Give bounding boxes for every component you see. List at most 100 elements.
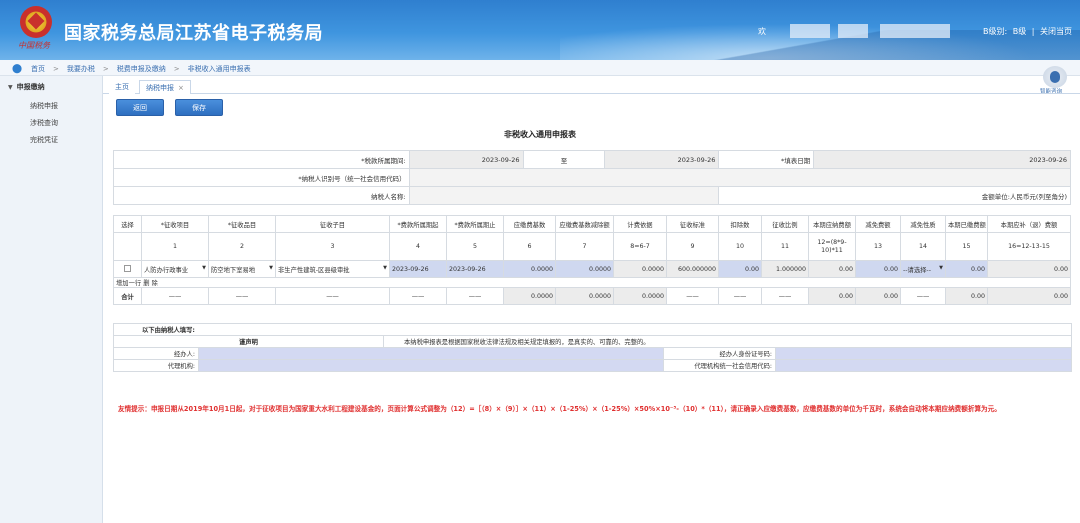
taxpayer-name-label: 纳税人名称: (113, 186, 410, 205)
statement-label: 谨声明 (113, 335, 384, 348)
column-number: 13 (855, 232, 901, 261)
breadcrumb-separator: > (102, 65, 109, 73)
total-deduct-base: 0.0000 (555, 287, 614, 305)
start-date-field[interactable]: 2023-09-26 (389, 260, 447, 278)
column-header: 计费依据 (613, 215, 667, 233)
tab-home[interactable]: 主页 (109, 80, 135, 94)
tab-tax-filing[interactable]: 纳税申报 × (139, 80, 191, 94)
handler-id-field[interactable] (774, 347, 1073, 360)
emblem-script: 中国税务 (18, 41, 50, 50)
taxpayer-id-label: *纳税人识别号（统一社会信用代码） (113, 168, 410, 187)
reduction-nature-select[interactable]: --请选择-- ▼ (900, 260, 946, 278)
friendly-tip: 友情提示：申报日期从2019年10月1日起，对于征收项目为国家重大水利工程建设基… (118, 405, 1001, 413)
tab-bar: 主页 纳税申报 × (103, 80, 1080, 94)
user-links: B级别: B级 | 关闭当页 (980, 26, 1072, 37)
chevron-down-icon: ▼ (939, 264, 943, 271)
save-button[interactable]: 保存 (175, 99, 223, 116)
total-label: 合计 (113, 287, 142, 305)
sidebar: ▼ 申报缴纳 纳税申报 涉税查询 完税凭证 (0, 76, 103, 523)
breadcrumb-home[interactable]: 首页 (31, 64, 45, 74)
base-field[interactable]: 0.0000 (503, 260, 556, 278)
taxpayer-id-field[interactable] (408, 168, 1072, 187)
total-dash: —— (761, 287, 809, 305)
column-header: *征收品目 (208, 215, 276, 233)
sidebar-heading[interactable]: ▼ 申报缴纳 (8, 82, 45, 92)
handler-field[interactable] (198, 347, 664, 360)
top-banner: 中国税务 国家税务总局江苏省电子税务局 欢 B级别: B级 | 关闭当页 (0, 0, 1080, 60)
column-header: 减免性质 (900, 215, 946, 233)
tax-emblem-icon (20, 6, 52, 38)
column-header: 扣除数 (718, 215, 762, 233)
breadcrumb-filing[interactable]: 税费申报及缴纳 (117, 64, 166, 74)
column-number: 16=12-13-15 (987, 232, 1071, 261)
period-start-field[interactable]: 2023-09-26 (408, 150, 524, 169)
category-select-value: 防空地下室易地 (211, 266, 256, 274)
breadcrumb: ⬤ 首页 > 我要办税 > 税费申报及缴纳 > 非税收入通用申报表 (12, 64, 251, 74)
report-title: 非税收入通用申报表 (504, 130, 576, 139)
column-number: 1 (141, 232, 209, 261)
agency-field[interactable] (198, 359, 664, 372)
agency-code-field[interactable] (774, 359, 1073, 372)
user-level-value: B级 (1012, 27, 1027, 36)
fill-date-field[interactable]: 2023-09-26 (813, 150, 1071, 169)
caret-down-icon: ▼ (8, 84, 13, 91)
agency-code-label: 代理机构统一社会信用代码: (663, 359, 776, 372)
deduct-base-field[interactable]: 0.0000 (555, 260, 614, 278)
table-header-row: 选择 *征收项目 *征收品目 征收子目 *费款所属期起 *费款所属期止 应缴费基… (113, 215, 1071, 233)
handler-label: 经办人: (113, 347, 199, 360)
column-header: 本期应纳费额 (808, 215, 856, 233)
chevron-down-icon: ▼ (269, 264, 273, 271)
row-select-cell (113, 260, 142, 278)
total-paid: 0.00 (945, 287, 988, 305)
column-number: 14 (900, 232, 946, 261)
total-dash: —— (389, 287, 447, 305)
end-date-field[interactable]: 2023-09-26 (446, 260, 504, 278)
agency-label: 代理机构: (113, 359, 199, 372)
fill-date-label: *填表日期 (718, 150, 815, 169)
column-number: 4 (389, 232, 447, 261)
column-header: 征收子目 (275, 215, 390, 233)
total-basis: 0.0000 (613, 287, 667, 305)
reduction-field[interactable]: 0.00 (855, 260, 901, 278)
sidebar-item-query[interactable]: 涉税查询 (30, 118, 58, 128)
balance-value: 0.00 (987, 260, 1071, 278)
column-header: *费款所属期止 (446, 215, 504, 233)
add-delete-row-controls[interactable]: 增加一行 删 除 (113, 277, 1071, 288)
sidebar-item-tax-filing[interactable]: 纳税申报 (30, 101, 58, 111)
column-number: 11 (761, 232, 809, 261)
column-header: *费款所属期起 (389, 215, 447, 233)
row-checkbox[interactable] (124, 264, 131, 272)
column-number (113, 232, 142, 261)
total-dash: —— (141, 287, 209, 305)
column-header: 应缴费基数 (503, 215, 556, 233)
period-end-field[interactable]: 2023-09-26 (604, 150, 720, 169)
total-dash: —— (208, 287, 276, 305)
total-payable: 0.00 (808, 287, 856, 305)
period-label: *税款所属期间: (113, 150, 410, 169)
column-header: 本期应补（退）费额 (987, 215, 1071, 233)
close-icon[interactable]: × (178, 84, 184, 92)
statement-text: 本纳税申报表是根据国家税收法律法规及相关规定填报的，是真实的、可靠的、完整的。 (382, 335, 1073, 348)
deduction-field[interactable]: 0.00 (718, 260, 762, 278)
column-header: *征收项目 (141, 215, 209, 233)
chevron-down-icon: ▼ (202, 264, 206, 271)
breadcrumb-bar: ⬤ 首页 > 我要办税 > 税费申报及缴纳 > 非税收入通用申报表 (0, 60, 1080, 76)
sub-item-select[interactable]: 非生产性建筑-区县级审批 ▼ (275, 260, 390, 278)
redacted-username (880, 24, 950, 38)
item-select[interactable]: 人防办行政事业 ▼ (141, 260, 209, 278)
column-number: 2 (208, 232, 276, 261)
paid-field[interactable]: 0.00 (945, 260, 988, 278)
breadcrumb-tax[interactable]: 我要办税 (67, 64, 95, 74)
column-header: 征收标准 (666, 215, 719, 233)
taxpayer-name-field[interactable] (408, 186, 720, 205)
category-select[interactable]: 防空地下室易地 ▼ (208, 260, 276, 278)
chevron-down-icon: ▼ (383, 264, 387, 271)
close-page-link[interactable]: 关闭当页 (1040, 27, 1072, 36)
declaration-table: 以下由纳税人填写: 谨声明 本纳税申报表是根据国家税收法律法规及相关规定填报的，… (112, 323, 1073, 372)
back-button[interactable]: 返回 (116, 99, 164, 116)
row-actions-row: 增加一行 删 除 (113, 277, 1071, 288)
sub-item-select-value: 非生产性建筑-区县级审批 (278, 266, 350, 274)
total-dash: —— (275, 287, 390, 305)
declaration-heading: 以下由纳税人填写: (112, 323, 1073, 336)
tab-tax-filing-label: 纳税申报 (146, 84, 174, 92)
